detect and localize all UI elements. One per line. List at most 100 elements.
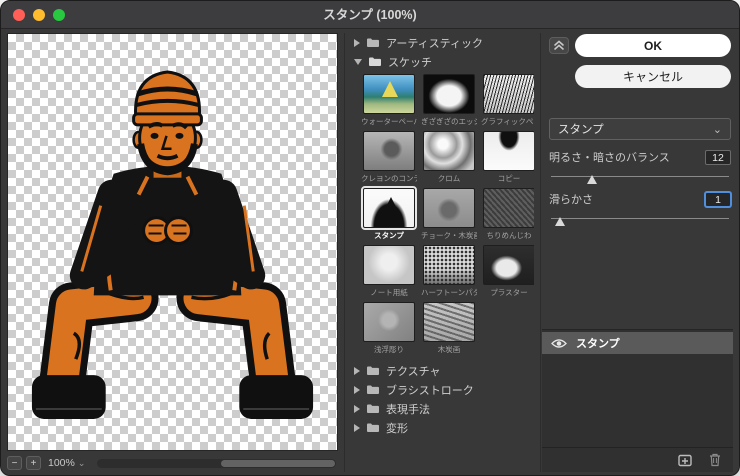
filter-thumb-label: グラフィックペン bbox=[481, 116, 534, 127]
filter-thumb-image bbox=[423, 302, 475, 342]
effect-layers-panel: スタンプ bbox=[542, 329, 733, 472]
chevron-right-icon bbox=[354, 405, 360, 413]
category-label: ブラシストローク bbox=[386, 382, 474, 398]
folder-icon bbox=[366, 365, 380, 376]
preview-footer: − + 100% ⌄ bbox=[7, 454, 338, 472]
filter-thumb-image bbox=[423, 245, 475, 285]
preview-column: − + 100% ⌄ bbox=[7, 33, 338, 472]
filter-thumb-image bbox=[363, 302, 415, 342]
category-distort[interactable]: 変形 bbox=[349, 418, 534, 437]
smoothness-slider-thumb[interactable] bbox=[555, 217, 565, 226]
chevron-right-icon bbox=[354, 386, 360, 394]
folder-icon bbox=[366, 403, 380, 414]
filter-thumb-image bbox=[483, 188, 534, 228]
chevron-down-icon bbox=[354, 59, 362, 65]
filter-thumb-halftone-pattern[interactable]: ハーフトーンパターン bbox=[421, 245, 477, 298]
filter-thumb-torn-edges[interactable]: ぎざぎざのエッジ bbox=[421, 74, 477, 127]
balance-value-input[interactable]: 12 bbox=[705, 150, 731, 165]
stamp-preview-image bbox=[8, 34, 337, 450]
filter-thumb-plaster[interactable]: プラスター bbox=[481, 245, 534, 298]
horizontal-scrollbar[interactable] bbox=[97, 459, 336, 468]
filter-thumb-water-paper[interactable]: ウォーターペーパー bbox=[361, 74, 417, 127]
category-sketch[interactable]: スケッチ bbox=[349, 52, 534, 71]
filter-options: 明るさ・暗さのバランス 12 滑らかさ 1 bbox=[549, 149, 731, 233]
filter-thumbnail-grid: ウォーターペーパー ぎざぎざのエッジ グラフィックペン クレヨンのコンテ画 クロ… bbox=[349, 71, 534, 361]
chevron-right-icon bbox=[354, 424, 360, 432]
filter-thumb-label: ちりめんじわ bbox=[481, 230, 534, 241]
balance-slider-thumb[interactable] bbox=[587, 175, 597, 184]
zoom-level-dropdown[interactable]: 100% ⌄ bbox=[48, 457, 85, 469]
smoothness-slider-track[interactable] bbox=[551, 218, 729, 219]
filter-thumb-label: チョーク・木炭画 bbox=[421, 230, 477, 241]
filter-dropdown[interactable]: スタンプ ⌄ bbox=[549, 118, 731, 140]
filter-thumb-label: クレヨンのコンテ画 bbox=[361, 173, 417, 184]
visibility-eye-icon[interactable] bbox=[551, 338, 567, 349]
chevron-down-icon: ⌄ bbox=[713, 123, 722, 136]
smoothness-label: 滑らかさ bbox=[549, 191, 593, 207]
filter-thumb-label: ウォーターペーパー bbox=[361, 116, 417, 127]
filter-thumb-image bbox=[483, 245, 534, 285]
filter-thumb-conte-crayon[interactable]: クレヨンのコンテ画 bbox=[361, 131, 417, 184]
filter-thumb-label: コピー bbox=[481, 173, 534, 184]
chevron-down-icon: ⌄ bbox=[78, 458, 86, 469]
filter-thumb-note-paper[interactable]: ノート用紙 bbox=[361, 245, 417, 298]
filter-thumb-image bbox=[423, 74, 475, 114]
folder-icon bbox=[366, 384, 380, 395]
category-texture[interactable]: テクスチャ bbox=[349, 361, 534, 380]
filter-thumb-label: スタンプ bbox=[361, 230, 417, 241]
titlebar: スタンプ (100%) bbox=[1, 1, 739, 29]
category-stylize[interactable]: 表現手法 bbox=[349, 399, 534, 418]
settings-panel: OK キャンセル スタンプ ⌄ 明るさ・暗さのバランス 12 bbox=[540, 33, 733, 472]
filter-thumb-image bbox=[363, 131, 415, 171]
category-artistic[interactable]: アーティスティック bbox=[349, 33, 534, 52]
preview-canvas[interactable] bbox=[7, 33, 338, 451]
category-label: アーティスティック bbox=[386, 35, 483, 51]
filter-thumb-label: プラスター bbox=[481, 287, 534, 298]
filter-thumb-label: ハーフトーンパターン bbox=[421, 287, 477, 298]
filter-thumb-image bbox=[363, 245, 415, 285]
filter-thumb-stamp[interactable]: スタンプ bbox=[361, 188, 417, 241]
dialog-buttons: OK キャンセル bbox=[575, 34, 731, 88]
filter-thumb-crumple[interactable]: ちりめんじわ bbox=[481, 188, 534, 241]
filter-thumb-image bbox=[483, 131, 534, 171]
effect-layer-row[interactable]: スタンプ bbox=[542, 332, 733, 354]
filter-thumb-label: ノート用紙 bbox=[361, 287, 417, 298]
smoothness-value-input[interactable]: 1 bbox=[705, 192, 731, 207]
filter-category-column: アーティスティック スケッチ ウォーターペーパー ぎざぎざのエッジ bbox=[344, 33, 534, 472]
delete-effect-layer-button[interactable] bbox=[709, 453, 721, 467]
filter-thumb-image bbox=[363, 74, 415, 114]
filter-gallery-window: スタンプ (100%) bbox=[0, 0, 740, 476]
folder-icon bbox=[366, 422, 380, 433]
category-brush-strokes[interactable]: ブラシストローク bbox=[349, 380, 534, 399]
zoom-out-button[interactable]: − bbox=[7, 456, 22, 470]
filter-thumb-image bbox=[423, 188, 475, 228]
category-label: スケッチ bbox=[388, 54, 432, 70]
filter-thumb-image bbox=[423, 131, 475, 171]
filter-thumb-charcoal[interactable]: 木炭画 bbox=[421, 302, 477, 355]
zoom-level-value: 100% bbox=[48, 457, 75, 469]
filter-thumb-image bbox=[363, 188, 415, 228]
filter-thumb-label: 浅浮彫り bbox=[361, 344, 417, 355]
filter-thumb-bas-relief[interactable]: 浅浮彫り bbox=[361, 302, 417, 355]
ok-button[interactable]: OK bbox=[575, 34, 731, 57]
filter-thumb-chrome[interactable]: クロム bbox=[421, 131, 477, 184]
chevron-right-icon bbox=[354, 39, 360, 47]
horizontal-scrollbar-thumb[interactable] bbox=[221, 460, 335, 467]
balance-slider-group: 明るさ・暗さのバランス 12 bbox=[549, 149, 731, 177]
filter-thumb-graphic-pen[interactable]: グラフィックペン bbox=[481, 74, 534, 127]
chevron-right-icon bbox=[354, 367, 360, 375]
cancel-button[interactable]: キャンセル bbox=[575, 65, 731, 88]
zoom-in-button[interactable]: + bbox=[26, 456, 41, 470]
category-label: 表現手法 bbox=[386, 401, 430, 417]
effect-layer-label: スタンプ bbox=[576, 335, 620, 351]
new-effect-layer-button[interactable] bbox=[678, 454, 693, 467]
collapse-panel-button[interactable] bbox=[549, 37, 569, 54]
folder-icon bbox=[366, 37, 380, 48]
category-label: テクスチャ bbox=[386, 363, 441, 379]
filter-thumb-chalk-charcoal[interactable]: チョーク・木炭画 bbox=[421, 188, 477, 241]
filter-thumb-photocopy[interactable]: コピー bbox=[481, 131, 534, 184]
balance-slider-track[interactable] bbox=[551, 176, 729, 177]
smoothness-slider-group: 滑らかさ 1 bbox=[549, 191, 731, 219]
filter-thumb-label: ぎざぎざのエッジ bbox=[421, 116, 477, 127]
filter-thumb-image bbox=[483, 74, 534, 114]
